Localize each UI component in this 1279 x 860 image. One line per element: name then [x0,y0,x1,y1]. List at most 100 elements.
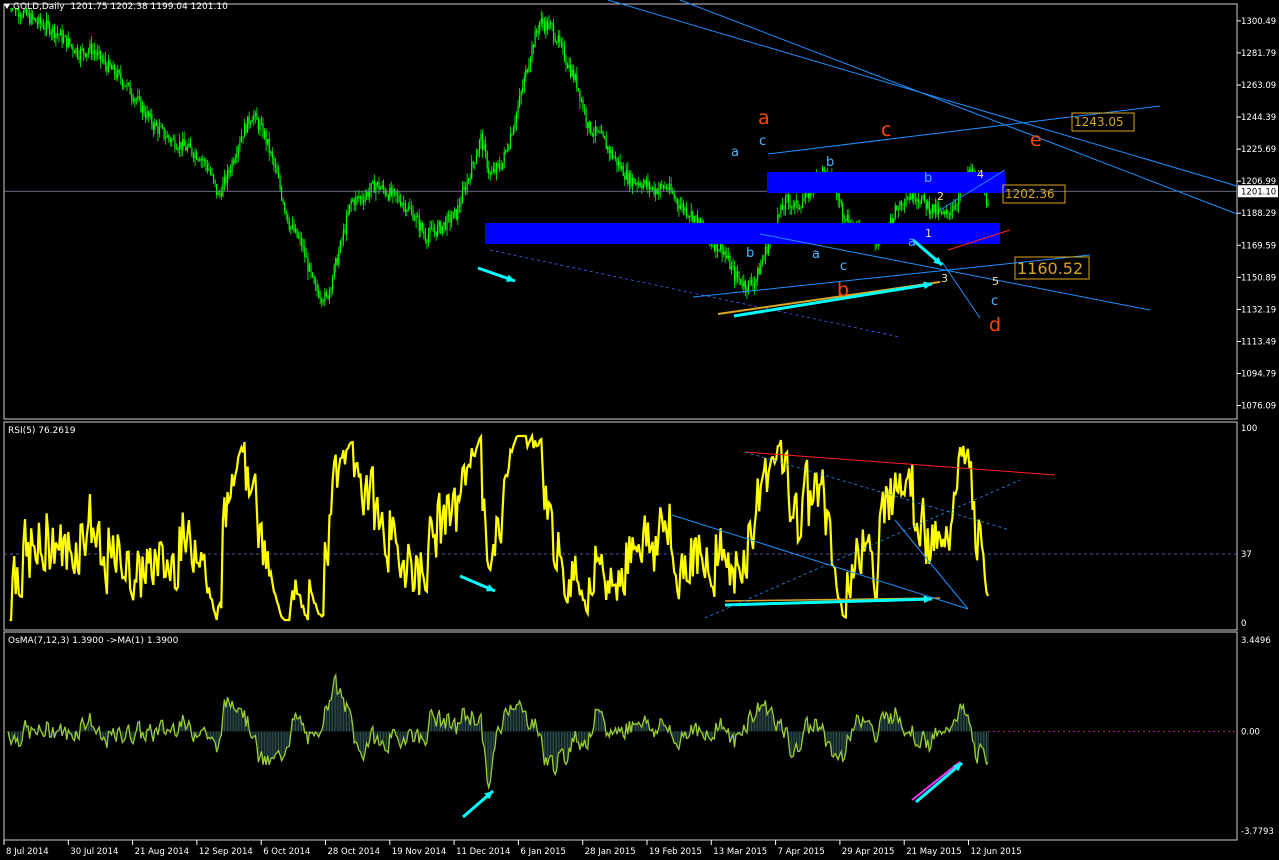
candle-body [655,189,657,195]
candle-body [954,205,957,207]
candle-body [73,50,76,54]
candle-body [41,23,43,26]
candle-body [217,193,219,195]
candle-body [267,139,269,144]
candle-body [432,228,434,232]
arrow-osma-2 [915,761,963,804]
candle-body [839,199,841,201]
candle-body [801,201,804,208]
candle-body [277,173,280,178]
candle-body [611,149,613,158]
x-tick-label: 28 Oct 2014 [328,847,381,857]
candle-body [141,105,144,112]
candle-body [407,206,409,211]
candle-body [406,210,408,212]
candle-body [417,216,419,217]
candle-body [876,244,878,246]
candle-body [754,282,756,287]
candle-body [313,276,315,284]
candle-body [727,255,729,259]
candle-body [669,183,671,190]
candle-body [534,31,536,48]
candle-body [341,240,343,242]
candle-body [183,139,185,146]
candle-body [72,45,74,51]
candle-body [788,194,790,202]
candle-body [171,139,173,142]
candle-body [764,247,766,257]
candle-body [970,168,972,173]
candle-body [240,136,242,142]
candle-body [254,113,256,116]
candle-body [58,34,60,36]
menu-triangle-icon[interactable] [4,4,10,9]
chart-canvas[interactable]: 1300.491281.791263.091244.391225.691206.… [0,0,1279,860]
candle-body [35,18,37,23]
candle-body [206,165,208,171]
wave-label-red-b: b [837,279,849,301]
candle-body [672,191,674,194]
candle-body [650,188,652,190]
x-tick-label: 19 Nov 2014 [392,847,446,857]
candle-body [143,105,145,114]
y-tick-label: 1188.29 [1241,209,1276,219]
y-tick-label: 1113.49 [1241,337,1276,347]
candle-body [318,290,320,298]
wave-label-red-d: d [989,314,1001,336]
resistance-zone [767,172,1005,193]
candle-body [897,209,899,211]
candle-body [281,188,283,199]
candle-body [591,133,593,136]
x-tick-label: 30 Jul 2014 [70,847,118,857]
candle-body [356,196,358,198]
candle-body [692,211,694,223]
osma-tick-label: 0.00 [1241,727,1260,737]
candle-body [791,206,793,208]
candle-body [200,158,202,161]
candle-body [302,246,304,248]
analysis-overlays: 1243.051202.361160.52acbedacbbacbac4213 5 [459,0,1238,819]
candle-body [950,211,952,215]
candle-body [622,166,624,177]
candle-body [664,186,666,189]
candle-body [468,178,470,181]
candle-body [495,163,498,173]
x-tick-label: 12 Sep 2014 [199,847,253,857]
price-label-text: 1243.05 [1074,115,1124,129]
candle-body [308,264,310,272]
rsi-panel[interactable] [4,432,1237,622]
projection-line [941,261,981,319]
candle-body [298,237,300,239]
osma-panel[interactable] [7,672,1237,791]
candle-body [635,182,637,184]
candle-body [747,280,749,292]
candle-body [347,212,349,216]
candle-body [933,204,935,213]
candle-body [641,186,643,189]
candle-body [732,265,734,267]
candle-body [219,193,221,195]
candle-body [568,64,570,69]
candle-body [152,124,154,130]
candle-body [492,168,494,173]
candle-body [942,212,944,214]
candle-body [667,188,669,190]
y-tick-label: 1094.79 [1241,370,1276,380]
candle-body [661,184,663,186]
candle-body [279,178,281,189]
x-tick-label: 21 May 2015 [906,847,961,857]
candle-body [783,209,785,211]
candle-body [740,278,742,284]
candle-body [797,200,799,209]
candle-body [907,199,909,201]
candle-body [413,219,416,221]
candle-body [95,53,97,56]
candle-body [166,135,168,138]
candle-body [202,158,204,161]
candle-body [197,159,199,161]
candle-body [712,245,714,247]
y-tick-label: 1244.39 [1241,113,1276,123]
candle-body [466,180,468,191]
candle-body [293,224,295,232]
candle-body [440,221,442,234]
